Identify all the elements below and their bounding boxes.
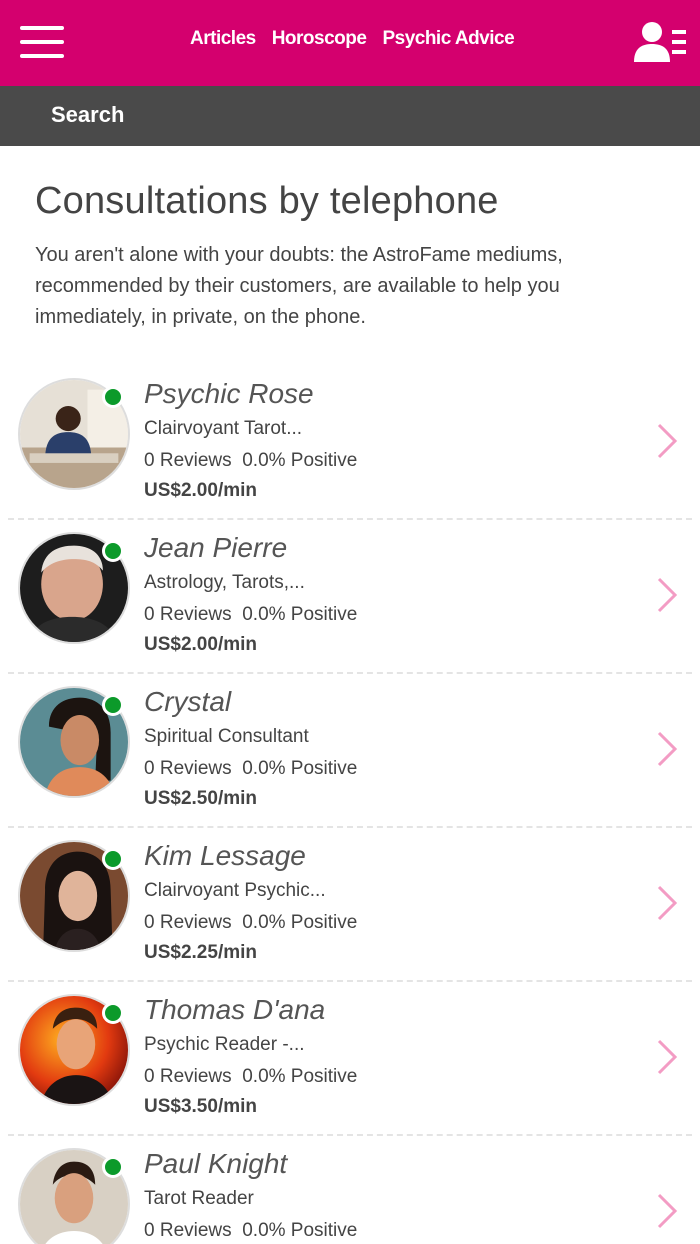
- chevron-right-icon[interactable]: [656, 730, 678, 768]
- psychic-price: US$2.50/min: [144, 788, 257, 809]
- psychic-specialty: Clairvoyant Psychic...: [144, 880, 326, 901]
- positive-rating: 0.0% Positive: [242, 604, 358, 625]
- psychic-name: Kim Lessage: [144, 840, 306, 871]
- positive-rating: 0.0% Positive: [242, 912, 358, 933]
- psychic-specialty: Astrology, Tarots,...: [144, 572, 305, 593]
- psychic-specialty: Spiritual Consultant: [144, 726, 309, 747]
- positive-rating: 0.0% Positive: [242, 1066, 358, 1087]
- psychic-name: Crystal: [144, 686, 232, 717]
- online-status-dot: [102, 540, 124, 562]
- psychic-name: Thomas D'ana: [144, 994, 326, 1025]
- psychic-list: Psychic Rose Clairvoyant Tarot... 0 Revi…: [0, 366, 700, 1244]
- chevron-right-icon[interactable]: [656, 1192, 678, 1230]
- online-status-dot: [102, 848, 124, 870]
- psychic-name: Paul Knight: [144, 1148, 288, 1179]
- review-count: 0 Reviews: [144, 1220, 232, 1241]
- review-count: 0 Reviews: [144, 1066, 232, 1087]
- top-nav: Articles Horoscope Psychic Advice: [190, 28, 515, 50]
- chevron-right-icon[interactable]: [656, 576, 678, 614]
- psychic-list-item[interactable]: Crystal Spiritual Consultant 0 Reviews 0…: [8, 674, 692, 828]
- review-count: 0 Reviews: [144, 758, 232, 779]
- psychic-price: US$3.50/min: [144, 1096, 257, 1117]
- review-count: 0 Reviews: [144, 604, 232, 625]
- psychic-reviews: 0 Reviews 0.0% Positive: [144, 912, 357, 934]
- psychic-list-item[interactable]: Paul Knight Tarot Reader 0 Reviews 0.0% …: [8, 1136, 692, 1244]
- psychic-list-item[interactable]: Thomas D'ana Psychic Reader -... 0 Revie…: [8, 982, 692, 1136]
- psychic-price: US$2.00/min: [144, 480, 257, 501]
- positive-rating: 0.0% Positive: [242, 1220, 358, 1241]
- chevron-right-icon[interactable]: [656, 422, 678, 460]
- nav-psychic-advice[interactable]: Psychic Advice: [382, 28, 514, 50]
- psychic-specialty: Psychic Reader -...: [144, 1034, 305, 1055]
- psychic-reviews: 0 Reviews 0.0% Positive: [144, 450, 357, 472]
- psychic-list-item[interactable]: Jean Pierre Astrology, Tarots,... 0 Revi…: [8, 520, 692, 674]
- nav-articles[interactable]: Articles: [190, 28, 256, 50]
- psychic-specialty: Tarot Reader: [144, 1188, 254, 1209]
- chevron-right-icon[interactable]: [656, 1038, 678, 1076]
- psychic-specialty: Clairvoyant Tarot...: [144, 418, 303, 439]
- chevron-right-icon[interactable]: [656, 884, 678, 922]
- top-bar: Articles Horoscope Psychic Advice: [0, 0, 700, 86]
- psychic-list-item[interactable]: Kim Lessage Clairvoyant Psychic... 0 Rev…: [8, 828, 692, 982]
- psychic-name: Jean Pierre: [144, 532, 288, 563]
- psychic-price: US$2.25/min: [144, 942, 257, 963]
- nav-horoscope[interactable]: Horoscope: [272, 28, 367, 50]
- psychic-reviews: 0 Reviews 0.0% Positive: [144, 758, 357, 780]
- search-bar: Search: [0, 86, 700, 146]
- page-title: Consultations by telephone: [35, 180, 499, 222]
- positive-rating: 0.0% Positive: [242, 450, 358, 471]
- online-status-dot: [102, 1002, 124, 1024]
- psychic-list-item[interactable]: Psychic Rose Clairvoyant Tarot... 0 Revi…: [8, 366, 692, 520]
- online-status-dot: [102, 694, 124, 716]
- hamburger-menu-icon[interactable]: [20, 26, 66, 60]
- online-status-dot: [102, 1156, 124, 1178]
- user-account-icon[interactable]: [634, 20, 688, 64]
- review-count: 0 Reviews: [144, 450, 232, 471]
- online-status-dot: [102, 386, 124, 408]
- psychic-reviews: 0 Reviews 0.0% Positive: [144, 1066, 357, 1088]
- review-count: 0 Reviews: [144, 912, 232, 933]
- search-button[interactable]: Search: [51, 102, 124, 128]
- psychic-reviews: 0 Reviews 0.0% Positive: [144, 1220, 357, 1242]
- psychic-price: US$2.00/min: [144, 634, 257, 655]
- positive-rating: 0.0% Positive: [242, 758, 358, 779]
- intro-text: You aren't alone with your doubts: the A…: [35, 244, 563, 328]
- psychic-name: Psychic Rose: [144, 378, 314, 409]
- psychic-reviews: 0 Reviews 0.0% Positive: [144, 604, 357, 626]
